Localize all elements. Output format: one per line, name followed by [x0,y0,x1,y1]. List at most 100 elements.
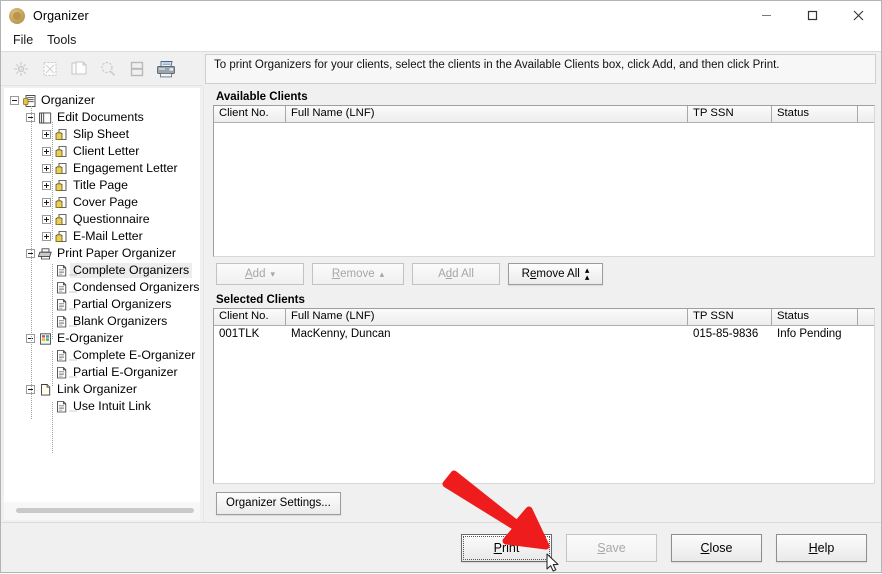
tree-node-complete-organizers[interactable]: Complete Organizers [5,262,199,279]
maximize-icon[interactable] [789,1,835,30]
column-header-client-no[interactable]: Client No. [214,309,286,325]
collapse-toggle-icon[interactable] [26,334,35,343]
transfer-button-strip: Add ▾ Remove ▴ Add All Remove All ▴▴ [216,263,875,285]
cell-tp-ssn: 015-85-9836 [688,328,772,340]
tree-node-cover-page[interactable]: Cover Page [5,194,199,211]
printer-doc-icon [53,229,70,244]
column-header-full-name[interactable]: Full Name (LNF) [286,309,688,325]
tree-label: E-Mail Letter [70,229,146,244]
selected-clients-list[interactable]: Client No. Full Name (LNF) TP SSN Status… [213,308,875,484]
tree-label: Blank Organizers [70,314,170,329]
help-button[interactable]: Help [776,534,867,562]
page-icon [53,348,70,363]
tree-node-engagement-letter[interactable]: Engagement Letter [5,160,199,177]
expand-toggle-icon[interactable] [42,130,51,139]
collapse-toggle-icon[interactable] [26,249,35,258]
printer-doc-icon [53,178,70,193]
documents-stack-icon [37,110,54,125]
column-header-status[interactable]: Status [772,106,858,122]
collapse-toggle-icon[interactable] [26,385,35,394]
scrollbar-thumb[interactable] [16,508,194,513]
tree-node-e-organizer[interactable]: E-Organizer [5,330,199,347]
page-icon [53,280,70,295]
tree-label: E-Organizer [54,331,126,346]
tree-node-link-organizer[interactable]: Link Organizer [5,381,199,398]
tree-label: Engagement Letter [70,161,181,176]
tree-node-title-page[interactable]: Title Page [5,177,199,194]
available-clients-body[interactable] [214,123,874,256]
selected-clients-body[interactable]: 001TLK MacKenny, Duncan 015-85-9836 Info… [214,326,874,483]
tree-label: Complete Organizers [70,263,192,278]
print-button[interactable]: Print [461,534,552,562]
tree-label: Partial E-Organizer [70,365,181,380]
window-controls [743,1,881,30]
tree-label: Client Letter [70,144,142,159]
tree-label: Use Intuit Link [70,399,154,414]
tree-horizontal-scrollbar[interactable] [4,502,200,520]
column-header-client-no[interactable]: Client No. [214,106,286,122]
table-row[interactable]: 001TLK MacKenny, Duncan 015-85-9836 Info… [214,326,874,342]
expand-toggle-icon[interactable] [42,164,51,173]
tree-node-condensed-organizers[interactable]: Condensed Organizers [5,279,199,296]
collapse-toggle-icon[interactable] [26,113,35,122]
remove-all-button[interactable]: Remove All ▴▴ [508,263,603,285]
organizer-root-icon [21,93,38,108]
organizer-settings-button[interactable]: Organizer Settings... [216,492,341,515]
toolbar-row: To print Organizers for your clients, se… [1,52,881,86]
print-icon[interactable] [152,56,179,82]
preview-page-icon[interactable] [36,56,63,82]
tree-label: Condensed Organizers [70,280,200,295]
tree-node-complete-e-organizer[interactable]: Complete E-Organizer [5,347,199,364]
copy-document-icon[interactable] [65,56,92,82]
tree-node-client-letter[interactable]: Client Letter [5,143,199,160]
available-clients-header: Client No. Full Name (LNF) TP SSN Status [214,106,874,123]
tree-node-use-intuit-link[interactable]: Use Intuit Link [5,398,199,415]
column-header-full-name[interactable]: Full Name (LNF) [286,106,688,122]
menu-file[interactable]: File [8,31,42,50]
tree-label: Title Page [70,178,131,193]
expand-toggle-icon[interactable] [42,147,51,156]
menu-tools[interactable]: Tools [42,31,85,50]
new-document-icon[interactable] [7,56,34,82]
remove-button[interactable]: Remove ▴ [312,263,404,285]
add-all-button[interactable]: Add All [412,263,500,285]
expand-toggle-icon[interactable] [42,232,51,241]
available-clients-list[interactable]: Client No. Full Name (LNF) TP SSN Status [213,105,875,257]
save-icon[interactable] [123,56,150,82]
column-header-status[interactable]: Status [772,309,858,325]
tree-node-slip-sheet[interactable]: Slip Sheet [5,126,199,143]
find-magnifier-icon[interactable] [94,56,121,82]
expand-toggle-icon[interactable] [42,198,51,207]
organizer-window: Organizer File Tools [0,0,882,573]
cell-client-no: 001TLK [214,328,286,340]
tree-node-questionnaire[interactable]: Questionnaire [5,211,199,228]
column-header-tp-ssn[interactable]: TP SSN [688,309,772,325]
add-button[interactable]: Add ▾ [216,263,304,285]
save-button[interactable]: Save [566,534,657,562]
close-button[interactable]: Close [671,534,762,562]
cell-full-name: MacKenny, Duncan [286,328,688,340]
tree-node-partial-e-organizer[interactable]: Partial E-Organizer [5,364,199,381]
chevron-double-up-icon: ▴▴ [585,267,590,281]
organizer-circle-icon [9,8,25,24]
tree-node-edit-documents[interactable]: Edit Documents [5,109,199,126]
close-icon[interactable] [835,1,881,30]
expand-toggle-icon[interactable] [42,181,51,190]
instruction-text: To print Organizers for your clients, se… [205,54,876,84]
printer-doc-icon [53,127,70,142]
tree-label: Cover Page [70,195,141,210]
collapse-toggle-icon[interactable] [10,96,19,105]
expand-toggle-icon[interactable] [42,215,51,224]
printer-icon [37,246,54,261]
column-header-tp-ssn[interactable]: TP SSN [688,106,772,122]
tree-node-blank-organizers[interactable]: Blank Organizers [5,313,199,330]
tree-label: Edit Documents [54,110,147,125]
tree-node-print-paper-organizer[interactable]: Print Paper Organizer [5,245,199,262]
toolbar [1,52,203,86]
tree-node-partial-organizers[interactable]: Partial Organizers [5,296,199,313]
minimize-icon[interactable] [743,1,789,30]
tree-node-email-letter[interactable]: E-Mail Letter [5,228,199,245]
navigation-tree[interactable]: Organizer Edit Documents [4,88,200,502]
tree-label: Questionnaire [70,212,153,227]
tree-node-organizer[interactable]: Organizer [5,92,199,109]
